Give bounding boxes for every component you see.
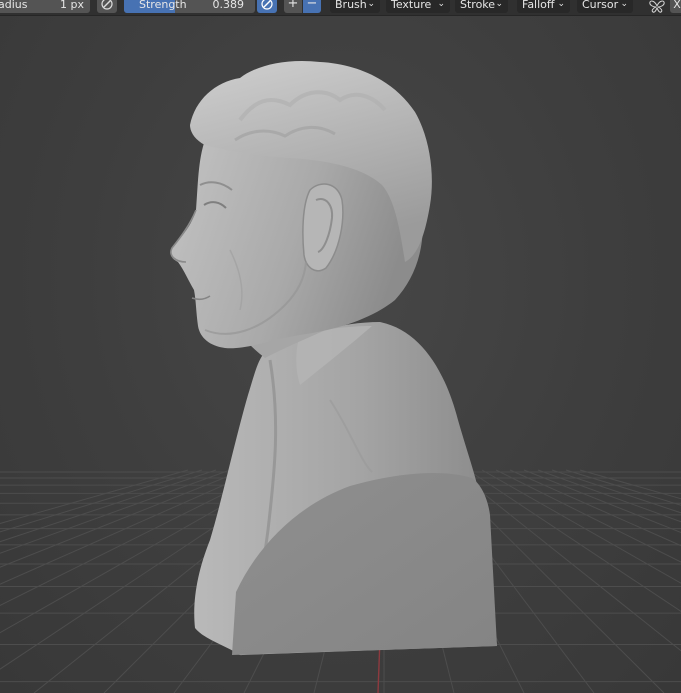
radius-pressure-toggle[interactable]	[97, 0, 117, 13]
strength-value: 0.389	[212, 0, 245, 11]
cursor-menu[interactable]: Cursor ⌄	[577, 0, 633, 13]
stroke-menu[interactable]: Stroke ⌄	[455, 0, 508, 13]
sculpt-mesh[interactable]	[0, 0, 681, 693]
radius-field[interactable]: adius 1 px	[0, 0, 90, 13]
falloff-menu[interactable]: Falloff ⌄	[517, 0, 570, 13]
strength-pressure-toggle[interactable]	[257, 0, 277, 13]
mirror-x-toggle[interactable]: X	[670, 0, 681, 13]
radius-value: 1 px	[60, 0, 84, 11]
pen-pressure-icon	[261, 0, 273, 10]
brush-menu[interactable]: Brush ⌄	[330, 0, 380, 13]
radius-label: adius	[0, 0, 28, 11]
add-direction-button[interactable]: +	[284, 0, 302, 13]
subtract-direction-button[interactable]: −	[303, 0, 321, 13]
chevron-down-icon: ⌄	[367, 0, 375, 9]
tool-settings-header: adius 1 px Strength 0.389 + − Brush ⌄ Te…	[0, 0, 681, 16]
texture-menu-label: Texture	[391, 0, 432, 11]
chevron-down-icon: ⌄	[437, 0, 445, 9]
stroke-menu-label: Stroke	[460, 0, 496, 11]
strength-field[interactable]: Strength 0.389	[124, 0, 255, 13]
butterfly-symmetry-icon[interactable]	[649, 0, 665, 13]
brush-menu-label: Brush	[335, 0, 367, 11]
chevron-down-icon: ⌄	[557, 0, 565, 9]
chevron-down-icon: ⌄	[620, 0, 628, 9]
chevron-down-icon: ⌄	[495, 0, 503, 9]
pen-pressure-icon	[101, 0, 113, 10]
cursor-menu-label: Cursor	[582, 0, 619, 11]
strength-label: Strength	[139, 0, 187, 11]
texture-menu[interactable]: Texture ⌄	[386, 0, 450, 13]
3d-viewport[interactable]: adius 1 px Strength 0.389 + − Brush ⌄ Te…	[0, 0, 681, 693]
falloff-menu-label: Falloff	[522, 0, 555, 11]
